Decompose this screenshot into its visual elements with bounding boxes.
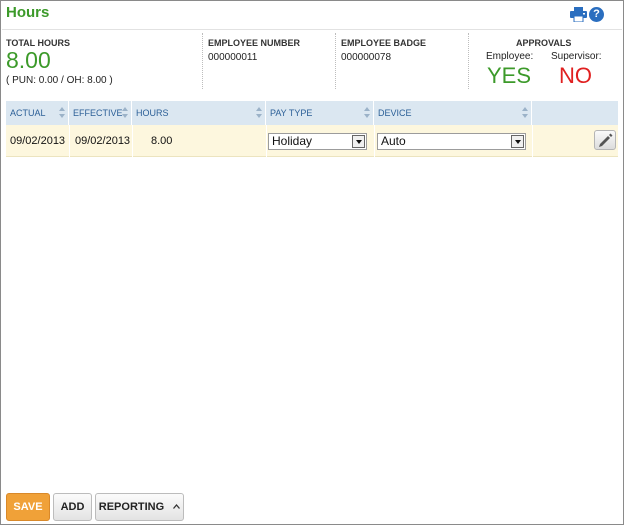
add-button[interactable]: ADD xyxy=(53,493,92,521)
column-header-device[interactable]: DEVICE xyxy=(374,101,532,125)
pencil-icon xyxy=(599,133,613,147)
sort-icon xyxy=(122,107,128,118)
pay-type-select[interactable]: Holiday xyxy=(268,133,367,150)
summary-divider xyxy=(335,33,336,89)
cell-divider xyxy=(266,125,267,157)
approvals-label: APPROVALS xyxy=(516,38,572,48)
save-button[interactable]: SAVE xyxy=(6,493,50,521)
column-header-hours[interactable]: HOURS xyxy=(132,101,266,125)
total-hours-breakdown: ( PUN: 0.00 / OH: 8.00 ) xyxy=(6,75,113,86)
reporting-button[interactable]: REPORTING xyxy=(95,493,184,521)
cell-divider xyxy=(132,125,133,157)
chevron-down-icon[interactable] xyxy=(352,135,365,148)
sort-icon xyxy=(364,107,370,118)
hours-cell[interactable]: 8.00 xyxy=(151,125,172,157)
chevron-down-icon[interactable] xyxy=(511,135,524,148)
table-row[interactable]: 09/02/2013 09/02/2013 8.00 Holiday Auto xyxy=(6,125,618,157)
column-header-actual[interactable]: ACTUAL xyxy=(6,101,69,125)
total-hours-value: 8.00 xyxy=(6,47,51,73)
supervisor-approval-label: Supervisor: xyxy=(551,51,602,62)
column-header-actions xyxy=(532,101,618,125)
cell-divider xyxy=(69,125,70,157)
edit-row-button[interactable] xyxy=(594,130,616,150)
effective-date-cell[interactable]: 09/02/2013 xyxy=(75,125,130,157)
employee-number-value: 000000011 xyxy=(208,52,258,63)
supervisor-approval-status: NO xyxy=(559,63,592,88)
print-icon[interactable] xyxy=(570,7,587,22)
page-title: Hours xyxy=(6,4,50,21)
employee-badge-value: 000000078 xyxy=(341,52,392,63)
cell-divider xyxy=(532,125,533,157)
summary-divider xyxy=(468,33,469,89)
employee-badge-label: EMPLOYEE BADGE xyxy=(341,38,427,48)
employee-approval-status: YES xyxy=(487,63,532,88)
device-select[interactable]: Auto xyxy=(377,133,526,150)
sort-icon xyxy=(522,107,528,118)
chevron-up-icon xyxy=(173,504,181,509)
employee-approval-label: Employee: xyxy=(486,51,534,62)
sort-icon xyxy=(59,107,65,118)
employee-number-label: EMPLOYEE NUMBER xyxy=(208,38,301,48)
cell-divider xyxy=(374,125,375,157)
column-header-effective[interactable]: EFFECTIVE xyxy=(69,101,132,125)
sort-icon xyxy=(256,107,262,118)
actual-date-cell[interactable]: 09/02/2013 xyxy=(10,125,65,157)
summary-divider xyxy=(202,33,203,89)
header-divider xyxy=(2,29,622,30)
hours-panel: Hours ? TOTAL HOURS 8.00 ( PUN: 0.00 / O… xyxy=(0,0,624,525)
hours-table-header: ACTUAL EFFECTIVE HOURS PAY TYPE DEVICE xyxy=(6,101,618,125)
column-header-pay-type[interactable]: PAY TYPE xyxy=(266,101,374,125)
help-icon[interactable]: ? xyxy=(589,7,604,22)
